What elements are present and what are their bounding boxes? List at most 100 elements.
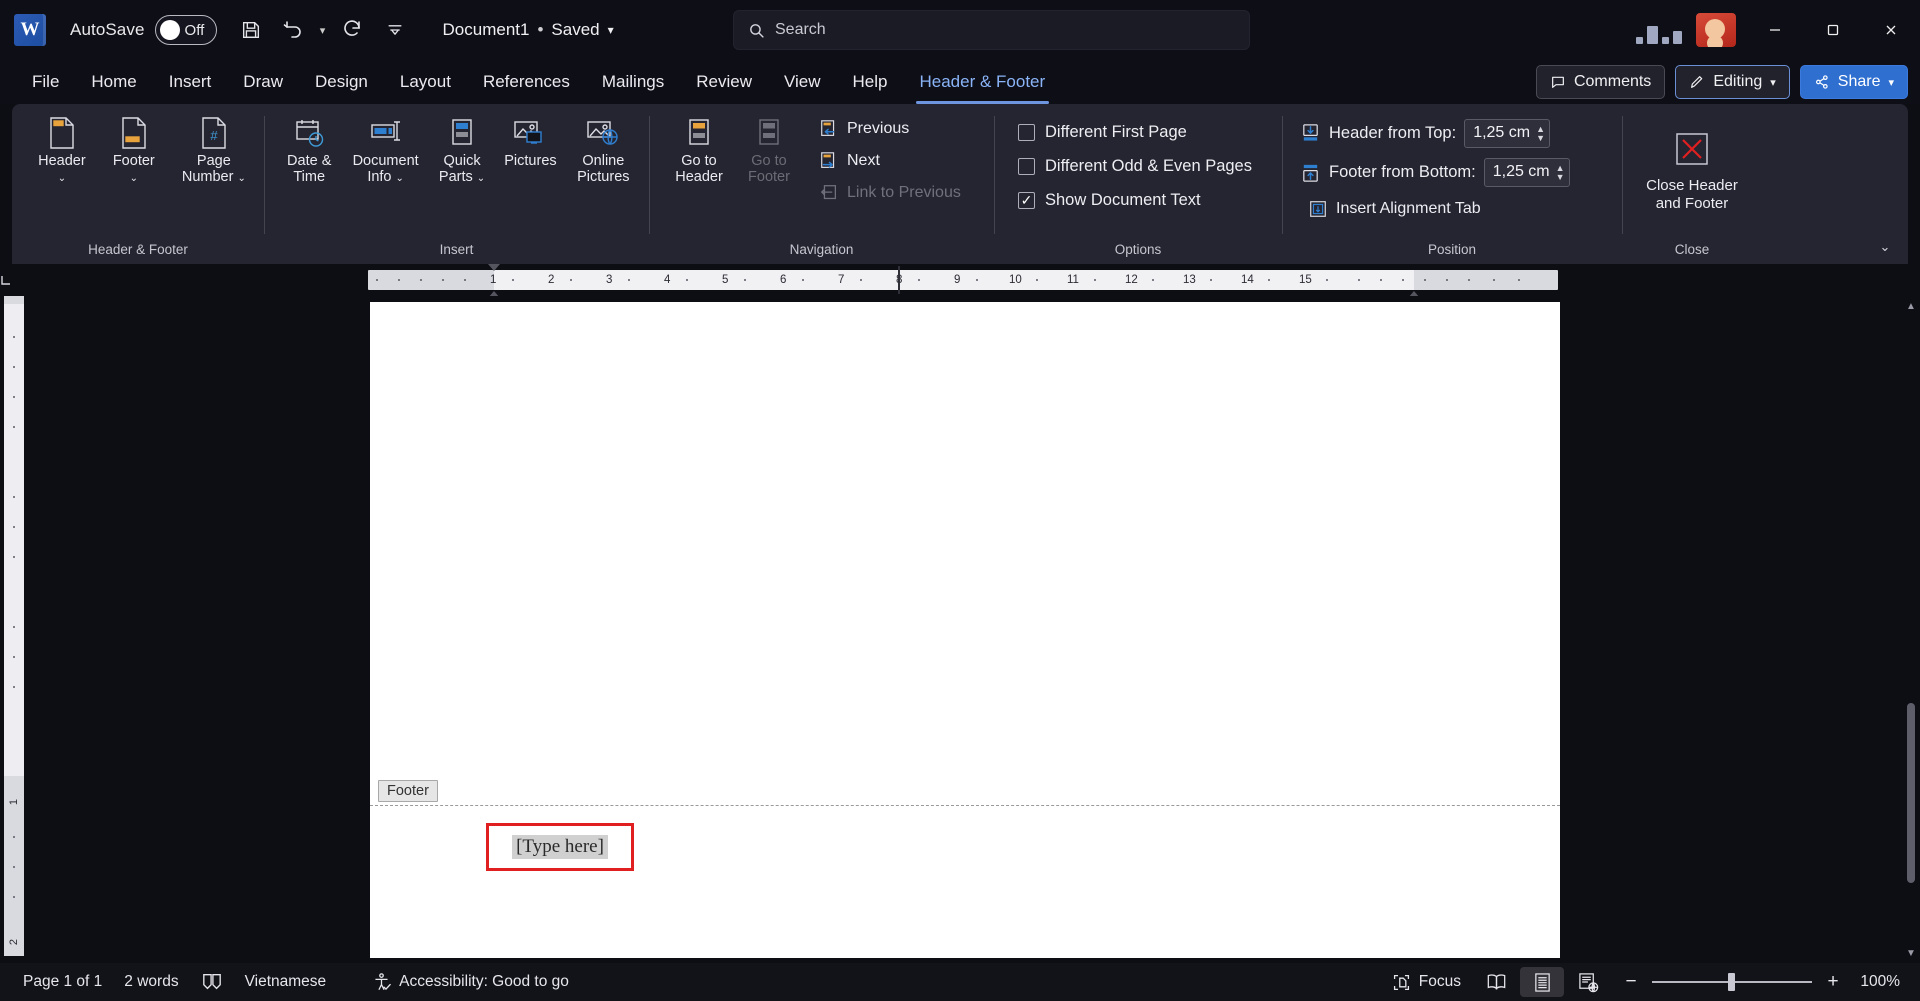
checkbox-box [1018, 123, 1035, 141]
header-from-top-input[interactable]: 1,25 cm ▲ ▼ [1464, 118, 1551, 148]
proofing-status[interactable] [190, 967, 234, 997]
web-layout-button[interactable] [1566, 967, 1610, 997]
go-to-header-button[interactable]: Go to Header [665, 110, 733, 187]
tab-review[interactable]: Review [682, 67, 766, 97]
save-icon[interactable] [231, 10, 271, 50]
comments-button[interactable]: Comments [1535, 65, 1666, 99]
redo-icon[interactable] [333, 10, 373, 50]
search-input[interactable]: Search [733, 10, 1250, 50]
footer-from-bottom-value: 1,25 cm [1492, 163, 1550, 180]
group-title-header-footer: Header & Footer [88, 242, 188, 257]
page-number-icon: # [199, 116, 229, 150]
next-button[interactable]: Next [811, 146, 969, 176]
tab-layout[interactable]: Layout [386, 67, 465, 97]
document-info-button[interactable]: Document Info ⌄ [344, 110, 426, 188]
different-odd-even-pages-checkbox[interactable]: Different Odd & Even Pages [1012, 150, 1258, 182]
scroll-up-icon[interactable]: ▲ [1904, 298, 1918, 314]
page-indicator[interactable]: Page 1 of 1 [12, 967, 113, 997]
ribbon-group-navigation: Go to Header Go to Footer Previous Next … [649, 104, 994, 264]
focus-mode-button[interactable]: Focus [1381, 967, 1472, 997]
quick-parts-button[interactable]: Quick Parts ⌄ [429, 110, 495, 188]
maximize-button[interactable] [1804, 0, 1862, 60]
chevron-down-icon: ▾ [1770, 76, 1776, 89]
online-pictures-button[interactable]: Online Pictures [566, 110, 641, 187]
web-layout-icon [1578, 972, 1599, 993]
read-mode-button[interactable] [1474, 967, 1518, 997]
insert-alignment-tab-label: Insert Alignment Tab [1336, 200, 1481, 217]
spinner-arrows[interactable]: ▲ ▼ [1555, 162, 1565, 181]
accessibility-status[interactable]: Accessibility: Good to go [361, 967, 580, 997]
autosave-control[interactable]: AutoSave Off [70, 15, 217, 45]
tab-mailings[interactable]: Mailings [588, 67, 678, 97]
tab-home[interactable]: Home [77, 67, 150, 97]
tab-view[interactable]: View [770, 67, 835, 97]
page-number-button[interactable]: # Page Number ⌄ [172, 110, 256, 188]
collapse-ribbon-button[interactable]: ⌄ [1872, 236, 1898, 258]
spinner-up-icon: ▲ [1555, 162, 1565, 173]
title-chevron-down-icon[interactable]: ▾ [608, 23, 614, 37]
show-document-text-label: Show Document Text [1045, 190, 1201, 209]
editing-label: Editing [1713, 73, 1763, 90]
vertical-scrollbar[interactable]: ▲ ▼ [1904, 298, 1918, 961]
footer-type-here-field[interactable]: [Type here] [486, 823, 634, 871]
document-page[interactable]: Footer [Type here] [370, 302, 1560, 958]
zoom-in-button[interactable]: + [1824, 971, 1842, 993]
footer-from-bottom-label: Footer from Bottom: [1329, 162, 1476, 181]
ribbon-group-options: Different First Page Different Odd & Eve… [994, 104, 1282, 264]
document-info-icon [369, 116, 403, 150]
avatar[interactable] [1696, 13, 1736, 47]
tab-design[interactable]: Design [301, 67, 382, 97]
customize-quick-access-icon[interactable] [375, 10, 415, 50]
zoom-out-button[interactable]: − [1622, 971, 1640, 993]
word-count[interactable]: 2 words [113, 967, 189, 997]
minimize-button[interactable] [1746, 0, 1804, 60]
saved-status: Saved [551, 20, 600, 39]
previous-button[interactable]: Previous [811, 114, 969, 144]
tab-stop-selector[interactable] [0, 274, 30, 286]
share-button[interactable]: Share ▾ [1799, 65, 1908, 99]
horizontal-ruler[interactable]: 1 2 3 4 5 6 7 8 9 10 11 12 13 14 15 [368, 264, 1558, 298]
zoom-level[interactable]: 100% [1854, 973, 1900, 991]
autosave-toggle[interactable]: Off [154, 15, 217, 45]
spinner-arrows[interactable]: ▲ ▼ [1536, 124, 1545, 142]
tab-insert[interactable]: Insert [155, 67, 226, 97]
tab-references[interactable]: References [469, 67, 584, 97]
editing-mode-button[interactable]: Editing ▾ [1675, 65, 1790, 99]
group-body: Header ⌄ Footer ⌄ # Page Number ⌄ [12, 110, 264, 242]
tab-header-and-footer[interactable]: Header & Footer [906, 67, 1060, 104]
zoom-slider-thumb[interactable] [1728, 973, 1735, 991]
comment-icon [1550, 74, 1566, 90]
window-controls-area [1636, 0, 1920, 60]
vertical-ruler[interactable]: 1 2 [4, 296, 24, 956]
zoom-slider[interactable] [1652, 973, 1812, 991]
pictures-button[interactable]: Pictures [497, 110, 563, 172]
header-button[interactable]: Header ⌄ [28, 110, 96, 188]
close-header-and-footer-button[interactable]: Close Header and Footer [1632, 118, 1752, 221]
show-document-text-checkbox[interactable]: Show Document Text [1012, 184, 1207, 216]
accessibility-icon [372, 972, 391, 992]
undo-dropdown-icon[interactable]: ▾ [315, 24, 331, 37]
footer-button[interactable]: Footer ⌄ [100, 110, 168, 188]
checkbox-box-checked [1018, 191, 1035, 209]
tab-help[interactable]: Help [839, 67, 902, 97]
group-title-close: Close [1674, 242, 1710, 257]
date-and-time-button[interactable]: Date & Time [276, 110, 342, 187]
scroll-down-icon[interactable]: ▼ [1904, 945, 1918, 961]
group-title-navigation: Navigation [789, 242, 854, 257]
header-label: Header ⌄ [38, 153, 86, 184]
different-first-page-checkbox[interactable]: Different First Page [1012, 116, 1193, 148]
print-layout-button[interactable] [1520, 967, 1564, 997]
close-button[interactable] [1862, 0, 1920, 60]
document-title[interactable]: Document1 • Saved ▾ [443, 20, 614, 40]
share-icon [1814, 74, 1830, 90]
scrollbar-thumb[interactable] [1907, 703, 1915, 883]
tab-file[interactable]: File [18, 67, 73, 97]
title-separator: • [537, 20, 544, 39]
insert-alignment-tab-button[interactable]: Insert Alignment Tab [1300, 194, 1489, 224]
footer-from-bottom-input[interactable]: 1,25 cm ▲ ▼ [1483, 157, 1570, 187]
center-tab-stop[interactable] [898, 266, 900, 294]
first-line-indent-marker[interactable] [488, 264, 500, 271]
undo-icon[interactable] [273, 10, 313, 50]
tab-draw[interactable]: Draw [229, 67, 297, 97]
language-indicator[interactable]: Vietnamese [234, 967, 338, 997]
